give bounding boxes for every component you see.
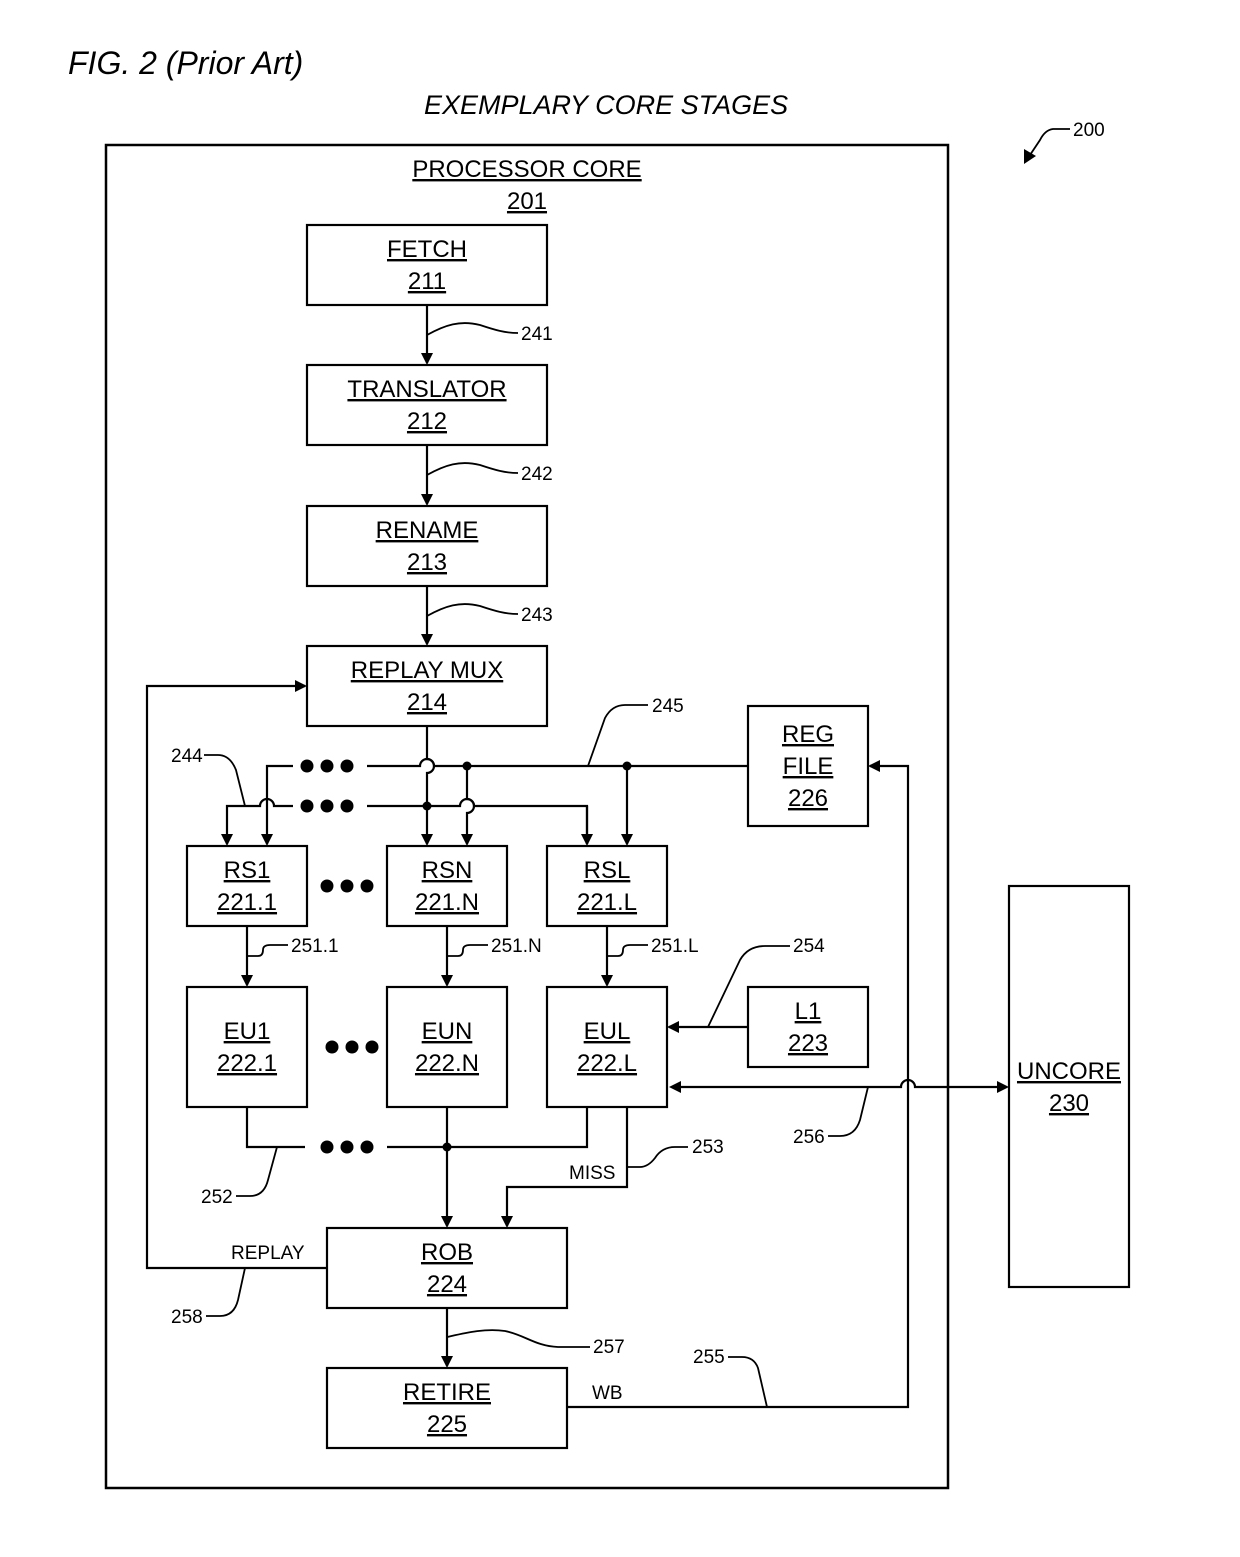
label-252: 252 (201, 1187, 233, 1208)
connection-243: 243 (421, 586, 553, 646)
rob-block: ROB 224 (325, 1226, 569, 1310)
eul-ref: 222.L (577, 1050, 637, 1077)
rs1-block: RS1 221.1 (185, 844, 309, 928)
rsn-ref: 221.N (415, 889, 479, 916)
label-257: 257 (593, 1337, 625, 1358)
diagram-canvas: FIG. 2 (Prior Art) EXEMPLARY CORE STAGES… (68, 45, 1131, 1490)
connection-251-l: 251.L (601, 926, 699, 987)
eu-ellipsis (325, 1040, 379, 1054)
rename-block: RENAME 213 (305, 504, 549, 588)
connection-251-1: 251.1 (241, 926, 339, 987)
label-251-l: 251.L (651, 936, 699, 957)
rs1-label: RS1 (224, 857, 271, 884)
label-241: 241 (521, 324, 553, 345)
label-243: 243 (521, 605, 553, 626)
rsn-label: RSN (422, 857, 473, 884)
label-258: 258 (171, 1307, 203, 1328)
figure-ref-leader (1027, 128, 1070, 159)
fetch-ref: 211 (408, 268, 446, 295)
rob-label: ROB (421, 1239, 473, 1266)
rs-ellipsis (320, 879, 374, 893)
connection-253-miss: MISS 253 (501, 1107, 724, 1228)
retire-label: RETIRE (403, 1379, 491, 1406)
rename-ref: 213 (407, 549, 447, 576)
translator-ref: 212 (407, 408, 447, 435)
eun-label: EUN (422, 1018, 473, 1045)
reg-file-ref: 226 (788, 785, 828, 812)
fetch-label: FETCH (387, 236, 467, 263)
rs1-ref: 221.1 (217, 889, 277, 916)
figure-ref-arrow-icon (1024, 149, 1036, 164)
label-253: 253 (692, 1137, 724, 1158)
bus-252: 252 (201, 1107, 589, 1228)
reg-file-label-line1: REG (782, 721, 834, 748)
figure-ref: 200 (1073, 120, 1105, 141)
connection-241: 241 (421, 305, 553, 365)
translator-label: TRANSLATOR (347, 376, 506, 403)
eu1-block: EU1 222.1 (185, 985, 309, 1109)
eun-block: EUN 222.N (385, 985, 509, 1109)
eul-label: EUL (584, 1018, 631, 1045)
rsl-ref: 221.L (577, 889, 637, 916)
connection-257: 257 (441, 1308, 625, 1368)
replay-mux-ref: 214 (407, 689, 447, 716)
connection-242: 242 (421, 445, 553, 506)
rename-label: RENAME (376, 517, 479, 544)
eul-block: EUL 222.L (545, 985, 669, 1109)
label-242: 242 (521, 464, 553, 485)
bus-244: 244 (171, 726, 593, 846)
rsl-block: RSL 221.L (545, 844, 669, 928)
figure-subtitle: EXEMPLARY CORE STAGES (424, 90, 788, 120)
label-251-n: 251.N (491, 936, 542, 957)
label-255: 255 (693, 1347, 725, 1368)
label-254: 254 (793, 936, 825, 957)
processor-core-label: PROCESSOR CORE (412, 156, 641, 183)
label-251-1: 251.1 (291, 936, 339, 957)
wb-signal-label: WB (592, 1383, 623, 1404)
label-256: 256 (793, 1127, 825, 1148)
l1-ref: 223 (788, 1030, 828, 1057)
miss-signal-label: MISS (569, 1163, 615, 1184)
translator-block: TRANSLATOR 212 (305, 363, 549, 447)
eu1-label: EU1 (224, 1018, 271, 1045)
label-244: 244 (171, 746, 203, 767)
replay-signal-label: REPLAY (231, 1243, 305, 1264)
connection-251-n: 251.N (441, 926, 542, 987)
eun-ref: 222.N (415, 1050, 479, 1077)
uncore-block: UNCORE 230 (1007, 884, 1131, 1289)
reg-file-block: REG FILE 226 (746, 704, 870, 828)
fetch-block: FETCH 211 (305, 223, 549, 307)
rob-ref: 224 (427, 1271, 467, 1298)
l1-block: L1 223 (746, 985, 870, 1069)
uncore-ref: 230 (1049, 1090, 1089, 1117)
rsl-label: RSL (584, 857, 631, 884)
replay-mux-block: REPLAY MUX 214 (305, 644, 549, 728)
figure-title: FIG. 2 (Prior Art) (68, 45, 303, 81)
eu1-ref: 222.1 (217, 1050, 277, 1077)
label-245: 245 (652, 696, 684, 717)
retire-ref: 225 (427, 1411, 467, 1438)
replay-mux-label: REPLAY MUX (351, 657, 504, 684)
uncore-label: UNCORE (1017, 1058, 1121, 1085)
reg-file-label-line2: FILE (783, 753, 834, 780)
processor-core-ref: 201 (507, 188, 547, 215)
rsn-block: RSN 221.N (385, 844, 509, 928)
retire-block: RETIRE 225 (325, 1366, 569, 1450)
l1-label: L1 (795, 998, 822, 1025)
